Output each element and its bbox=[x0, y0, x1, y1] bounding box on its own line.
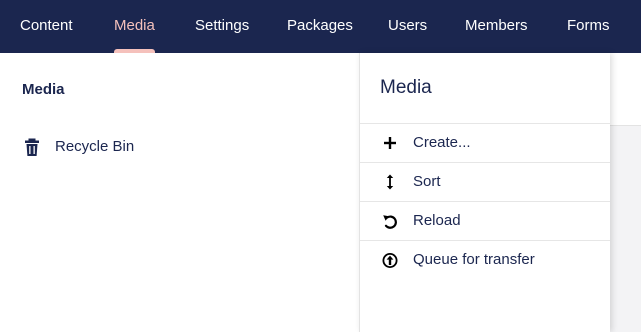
editor-header bbox=[610, 53, 641, 126]
sort-icon bbox=[386, 174, 394, 190]
menu-item-queue-for-transfer[interactable]: Queue for transfer bbox=[360, 241, 610, 279]
reload-icon bbox=[383, 215, 397, 229]
upload-circle-icon bbox=[382, 253, 398, 268]
nav-item-packages[interactable]: Packages bbox=[287, 0, 353, 53]
context-menu-title: Media bbox=[380, 77, 432, 98]
nav-item-media-label: Media bbox=[114, 17, 155, 34]
top-navigation: Content Media Settings Packages Users Me… bbox=[0, 0, 641, 53]
menu-item-label: Create... bbox=[413, 134, 471, 151]
nav-item-users[interactable]: Users bbox=[388, 0, 427, 53]
nav-item-media[interactable]: Media bbox=[114, 0, 155, 53]
menu-item-reload[interactable]: Reload bbox=[360, 202, 610, 241]
tree-title: Media bbox=[22, 81, 65, 98]
menu-item-create[interactable]: Create... bbox=[360, 124, 610, 163]
trash-icon bbox=[25, 138, 39, 156]
context-menu: Media Create... Sort Reload Queue for tr… bbox=[359, 53, 610, 332]
menu-item-sort[interactable]: Sort bbox=[360, 163, 610, 202]
context-menu-header: Media bbox=[360, 53, 610, 124]
nav-item-members[interactable]: Members bbox=[465, 0, 528, 53]
section-tree: Media Recycle Bin bbox=[0, 53, 359, 332]
nav-item-forms[interactable]: Forms bbox=[567, 0, 610, 53]
editor-background bbox=[610, 53, 641, 332]
tree-item-recycle-bin[interactable]: Recycle Bin bbox=[0, 131, 359, 163]
nav-item-settings[interactable]: Settings bbox=[195, 0, 249, 53]
tree-item-label: Recycle Bin bbox=[55, 138, 135, 155]
menu-item-label: Queue for transfer bbox=[413, 251, 535, 268]
nav-item-content[interactable]: Content bbox=[20, 0, 73, 53]
menu-item-label: Sort bbox=[413, 173, 441, 190]
menu-item-label: Reload bbox=[413, 212, 461, 229]
plus-icon bbox=[384, 137, 396, 149]
